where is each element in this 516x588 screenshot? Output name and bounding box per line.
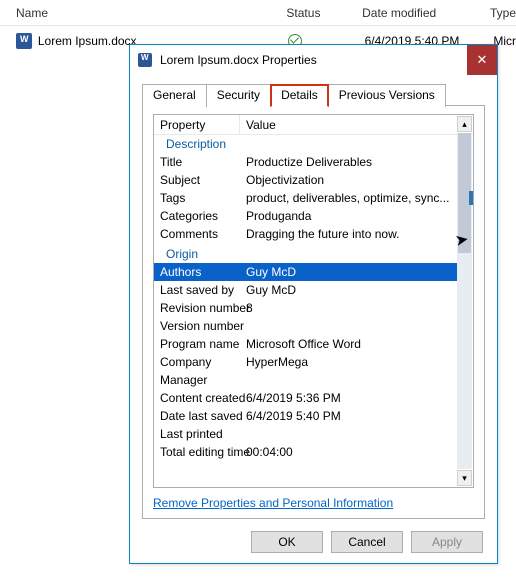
prop-value: Guy McD (240, 283, 457, 297)
prop-label: Version number (154, 319, 240, 333)
col-header-type[interactable]: Type (490, 6, 516, 20)
col-header-status[interactable]: Status (286, 6, 362, 20)
apply-button[interactable]: Apply (411, 531, 483, 553)
tab-strip: General Security Details Previous Versio… (142, 84, 445, 107)
property-table: Property Value ▴ ▾ Description Title Pro… (153, 114, 474, 488)
prop-value: Microsoft Office Word (240, 337, 457, 351)
row-manager[interactable]: Manager (154, 371, 457, 389)
prop-value: Produganda (240, 209, 457, 223)
cancel-button[interactable]: Cancel (331, 531, 403, 553)
prop-label: Categories (154, 209, 240, 223)
prop-label: Subject (154, 173, 240, 187)
properties-dialog: Lorem Ipsum.docx Properties ✕ General Se… (129, 44, 498, 564)
prop-label: Last printed (154, 427, 240, 441)
row-title[interactable]: Title Productize Deliverables (154, 153, 457, 171)
prop-value: Productize Deliverables (240, 155, 457, 169)
row-subject[interactable]: Subject Objectivization (154, 171, 457, 189)
prop-label: Program name (154, 337, 240, 351)
row-last-saved-by[interactable]: Last saved by Guy McD (154, 281, 457, 299)
word-file-icon (16, 33, 32, 49)
remove-properties-link[interactable]: Remove Properties and Personal Informati… (153, 496, 393, 510)
row-tags[interactable]: Tags product, deliverables, optimize, sy… (154, 189, 457, 207)
row-content-created[interactable]: Content created 6/4/2019 5:36 PM (154, 389, 457, 407)
tab-security[interactable]: Security (206, 84, 271, 107)
prop-value: HyperMega (240, 355, 457, 369)
tab-details[interactable]: Details (270, 84, 329, 107)
prop-value: Objectivization (240, 173, 457, 187)
titlebar[interactable]: Lorem Ipsum.docx Properties ✕ (130, 45, 497, 75)
property-table-header: Property Value (154, 115, 473, 135)
prop-label: Date last saved (154, 409, 240, 423)
col-header-value[interactable]: Value (240, 118, 473, 132)
scroll-grip-icon (469, 191, 474, 205)
prop-label: Last saved by (154, 283, 240, 297)
prop-value: 6/4/2019 5:40 PM (240, 409, 457, 423)
details-panel: Property Value ▴ ▾ Description Title Pro… (142, 105, 485, 519)
scroll-down-button[interactable]: ▾ (457, 470, 472, 486)
group-origin: Origin (154, 245, 457, 263)
property-table-body: Description Title Productize Deliverable… (154, 135, 457, 487)
prop-label: Revision number (154, 301, 240, 315)
prop-label: Total editing time (154, 445, 240, 459)
row-comments[interactable]: Comments Dragging the future into now. (154, 225, 457, 243)
prop-label: Comments (154, 227, 240, 241)
explorer-column-header[interactable]: Name Status Date modified Type (0, 0, 516, 26)
row-date-last-saved[interactable]: Date last saved 6/4/2019 5:40 PM (154, 407, 457, 425)
prop-label: Company (154, 355, 240, 369)
scroll-track[interactable] (457, 133, 472, 469)
dialog-button-row: OK Cancel Apply (251, 531, 483, 553)
row-total-editing-time[interactable]: Total editing time 00:04:00 (154, 443, 457, 461)
prop-value: 00:04:00 (240, 445, 457, 459)
prop-label: Title (154, 155, 240, 169)
tab-general[interactable]: General (142, 84, 207, 107)
row-categories[interactable]: Categories Produganda (154, 207, 457, 225)
tab-previous-versions[interactable]: Previous Versions (328, 84, 446, 107)
prop-value: 8 (240, 301, 457, 315)
col-header-property[interactable]: Property (154, 115, 240, 134)
close-button[interactable]: ✕ (467, 45, 497, 75)
prop-label: Tags (154, 191, 240, 205)
row-company[interactable]: Company HyperMega (154, 353, 457, 371)
prop-label: Content created (154, 391, 240, 405)
prop-label: Manager (154, 373, 240, 387)
row-program-name[interactable]: Program name Microsoft Office Word (154, 335, 457, 353)
ok-button[interactable]: OK (251, 531, 323, 553)
word-app-icon (138, 53, 152, 67)
prop-label: Authors (154, 265, 240, 279)
row-last-printed[interactable]: Last printed (154, 425, 457, 443)
col-header-date[interactable]: Date modified (362, 6, 490, 20)
prop-value: Dragging the future into now. (240, 227, 457, 241)
row-authors[interactable]: Authors Guy McD (154, 263, 457, 281)
row-revision-number[interactable]: Revision number 8 (154, 299, 457, 317)
prop-value: 6/4/2019 5:36 PM (240, 391, 457, 405)
row-version-number[interactable]: Version number (154, 317, 457, 335)
group-description: Description (154, 135, 457, 153)
prop-value: product, deliverables, optimize, sync... (240, 191, 457, 205)
prop-value: Guy McD (240, 265, 457, 279)
scroll-up-button[interactable]: ▴ (457, 116, 472, 132)
col-header-name[interactable]: Name (0, 6, 286, 20)
dialog-title: Lorem Ipsum.docx Properties (160, 53, 317, 67)
